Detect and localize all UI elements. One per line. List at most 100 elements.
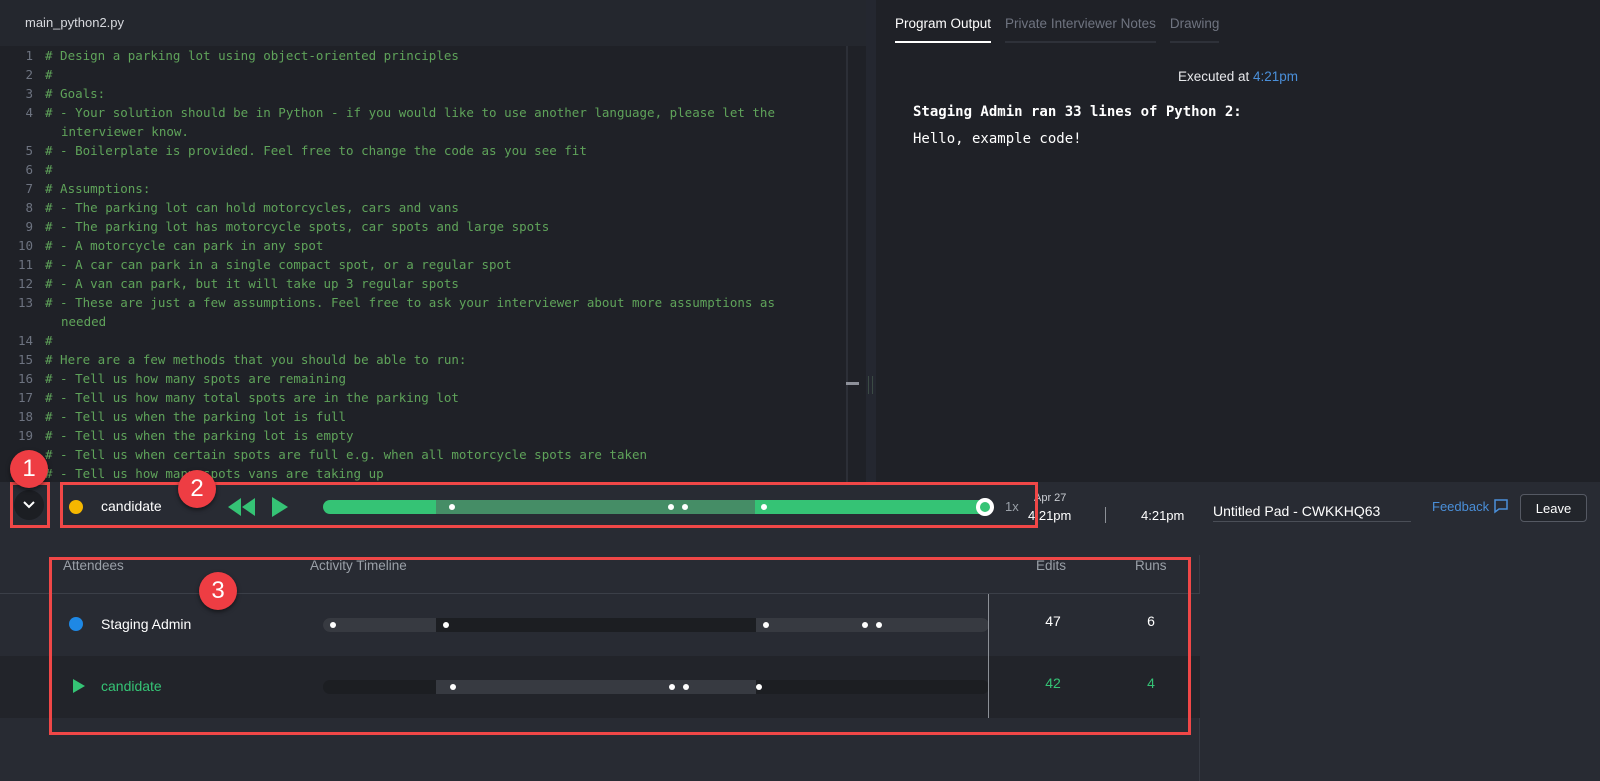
edits-count: 42 (1045, 675, 1061, 691)
output-pane: Program Output Private Interviewer Notes… (876, 0, 1600, 482)
activity-timeline[interactable] (323, 618, 989, 632)
splitter-grip-icon[interactable] (868, 376, 873, 394)
timeline-event-marker[interactable] (682, 684, 689, 690)
tab-program-output[interactable]: Program Output (895, 16, 992, 43)
code-text: # Goals: (45, 86, 106, 101)
current-user-dot (69, 500, 83, 514)
code-text: # - These are just a few assumptions. Fe… (45, 295, 783, 329)
code-line[interactable]: 16 # - Tell us how many spots are remaini… (0, 369, 846, 388)
editor-scrollbar-track[interactable] (846, 46, 848, 482)
play-icon[interactable] (270, 497, 290, 517)
runs-count: 6 (1147, 613, 1155, 629)
code-text: # - Boilerplate is provided. Feel free t… (45, 143, 587, 158)
run-output: Hello, example code! (913, 131, 1082, 147)
pad-title-input[interactable] (1213, 500, 1411, 522)
line-number: 12 (17, 276, 33, 291)
attendee-row[interactable]: Staging Admin 47 6 (0, 594, 1200, 656)
chat-bubble-icon (1494, 499, 1508, 514)
code-line[interactable]: 3 # Goals: (0, 84, 846, 103)
code-line[interactable]: 9 # - The parking lot has motorcycle spot… (0, 217, 846, 236)
file-tab-bar: main_python2.py (0, 0, 866, 46)
line-number: 19 (17, 428, 33, 443)
code-text: # - Tell us how many total spots are in … (45, 390, 459, 405)
code-line[interactable]: # - Tell us how many spots vans are taki… (0, 464, 846, 482)
code-line[interactable]: 4 # - Your solution should be in Python -… (0, 103, 846, 141)
line-number: 10 (17, 238, 33, 253)
line-number: 16 (17, 371, 33, 386)
activity-timeline[interactable] (323, 680, 989, 694)
code-area[interactable]: 1 # Design a parking lot using object-ori… (0, 46, 846, 482)
timeline-event-marker[interactable] (762, 622, 769, 628)
code-line[interactable]: 10 # - A motorcycle can park in any spot (0, 236, 846, 255)
play-icon (73, 679, 85, 693)
code-text: # - A car can park in a single compact s… (45, 257, 512, 272)
code-line[interactable]: 14 # (0, 331, 846, 350)
code-line[interactable]: 8 # - The parking lot can hold motorcycle… (0, 198, 846, 217)
code-text: # - Tell us when certain spots are full … (45, 447, 648, 462)
line-number: 14 (17, 333, 33, 348)
code-line[interactable]: 18 # - Tell us when the parking lot is fu… (0, 407, 846, 426)
playback-scrubber[interactable] (323, 500, 987, 514)
timeline-event-marker[interactable] (875, 622, 882, 628)
code-line[interactable]: 15 # Here are a few methods that you shou… (0, 350, 846, 369)
code-text: # (45, 162, 53, 177)
line-number: 3 (25, 86, 33, 101)
code-line[interactable]: 2 # (0, 65, 846, 84)
leave-button[interactable]: Leave (1520, 494, 1587, 522)
header-activity-timeline: Activity Timeline (310, 558, 407, 573)
line-number: 4 (25, 105, 33, 120)
session-end-time: 4:21pm (1141, 508, 1185, 523)
line-number: 15 (17, 352, 33, 367)
attendee-row[interactable]: candidate 42 4 (0, 656, 1200, 718)
timeline-event-marker[interactable] (755, 684, 762, 690)
feedback-link[interactable]: Feedback (1432, 498, 1509, 514)
code-text: # - Tell us how many spots vans are taki… (45, 466, 384, 481)
line-number: 8 (25, 200, 33, 215)
code-line[interactable]: 1 # Design a parking lot using object-ori… (0, 46, 846, 65)
line-number: 17 (17, 390, 33, 405)
annotation-badge-2: 2 (178, 470, 216, 508)
code-text: # (45, 333, 53, 348)
runs-count: 4 (1147, 675, 1155, 691)
scrubber-event-marker[interactable] (681, 504, 688, 510)
pane-splitter[interactable] (866, 0, 876, 482)
line-number: 2 (25, 67, 33, 82)
tab-drawing[interactable]: Drawing (1169, 16, 1220, 43)
output-tabs: Program Output Private Interviewer Notes… (895, 16, 1220, 43)
file-tab[interactable]: main_python2.py (25, 15, 124, 30)
code-text: # - Tell us when the parking lot is empt… (45, 428, 354, 443)
code-line[interactable]: 19 # - Tell us when the parking lot is em… (0, 426, 846, 445)
code-line[interactable]: 17 # - Tell us how many total spots are i… (0, 388, 846, 407)
code-line[interactable]: 7 # Assumptions: (0, 179, 846, 198)
playback-speed[interactable]: 1x (1005, 499, 1019, 514)
timeline-event-marker[interactable] (329, 622, 336, 628)
collapse-button[interactable] (14, 490, 44, 520)
rewind-icon[interactable] (228, 498, 256, 516)
current-user-name: candidate (101, 498, 162, 514)
app-root: main_python2.py 1 # Design a parking lot … (0, 0, 1600, 781)
code-line[interactable]: 13 # - These are just a few assumptions. … (0, 293, 846, 331)
code-line[interactable]: 5 # - Boilerplate is provided. Feel free … (0, 141, 846, 160)
annotation-badge-3: 3 (199, 572, 237, 610)
editor-scroll-indicator[interactable] (846, 382, 859, 385)
line-number: 11 (17, 257, 33, 272)
session-date: Apr 27 (1034, 492, 1067, 504)
chevron-down-icon (23, 501, 35, 509)
scrubber-event-marker[interactable] (761, 504, 768, 510)
timeline-event-marker[interactable] (449, 684, 456, 690)
line-number: 13 (17, 295, 33, 310)
timeline-activity-segment (323, 618, 437, 632)
code-line[interactable]: 11 # - A car can park in a single compact… (0, 255, 846, 274)
code-editor-pane: main_python2.py 1 # Design a parking lot … (0, 0, 866, 482)
header-runs: Runs (1135, 558, 1167, 573)
timeline-activity-segment (436, 680, 756, 694)
code-line[interactable]: # - Tell us when certain spots are full … (0, 445, 846, 464)
scrubber-handle[interactable] (976, 498, 994, 516)
code-line[interactable]: 12 # - A van can park, but it will take u… (0, 274, 846, 293)
attendee-name: Staging Admin (101, 616, 192, 632)
timeline-event-marker[interactable] (442, 622, 449, 628)
user-dot-icon (69, 617, 83, 631)
code-line[interactable]: 6 # (0, 160, 846, 179)
tab-private-interviewer-notes[interactable]: Private Interviewer Notes (1005, 16, 1156, 43)
line-number: 18 (17, 409, 33, 424)
